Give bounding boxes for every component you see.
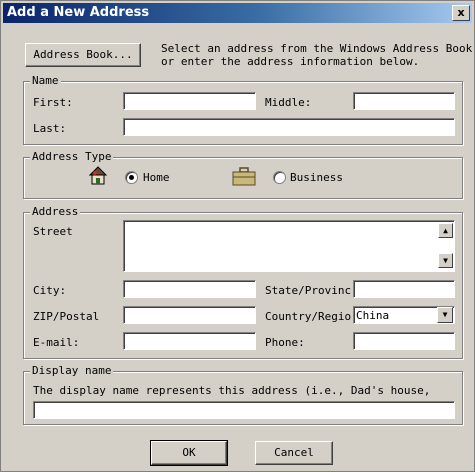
add-address-dialog: Add a New Address x Address Book... Sele… <box>0 0 475 472</box>
address-type-label: Address Type <box>30 150 114 163</box>
phone-label: Phone: <box>265 336 305 349</box>
country-label: Country/Regio <box>265 310 352 323</box>
zip-field[interactable] <box>123 306 256 324</box>
city-field[interactable] <box>123 280 256 298</box>
street-scroll-up[interactable]: ▲ <box>438 223 453 238</box>
close-button[interactable]: x <box>452 5 470 21</box>
country-value: China <box>356 309 390 322</box>
house-icon <box>88 166 108 185</box>
ok-label: OK <box>182 446 196 459</box>
first-name-field[interactable] <box>123 92 256 110</box>
home-label[interactable]: Home <box>143 171 170 184</box>
address-book-hint: Select an address from the Windows Addre… <box>161 42 473 68</box>
state-field[interactable] <box>353 280 455 298</box>
display-name-label: Display name <box>30 364 114 377</box>
address-group-label: Address <box>30 205 81 218</box>
email-label: E-mail: <box>33 336 80 349</box>
email-field[interactable] <box>123 332 256 350</box>
last-name-field[interactable] <box>123 118 455 136</box>
display-name-hint: The display name represents this address… <box>33 384 431 397</box>
first-name-label: First: <box>33 96 73 109</box>
home-radio[interactable] <box>125 171 138 184</box>
display-name-field[interactable] <box>33 401 455 419</box>
business-radio[interactable] <box>273 171 286 184</box>
phone-field[interactable] <box>353 332 455 350</box>
window-title: Add a New Address <box>7 5 150 20</box>
name-group-label: Name <box>30 74 61 87</box>
street-field[interactable] <box>123 220 455 272</box>
address-book-label: Address Book... <box>33 48 133 61</box>
cancel-label: Cancel <box>274 446 314 459</box>
last-name-label: Last: <box>33 122 67 135</box>
chevron-down-icon[interactable]: ▼ <box>437 307 453 323</box>
briefcase-icon <box>232 167 256 186</box>
zip-label: ZIP/Postal <box>33 310 100 323</box>
cancel-button[interactable]: Cancel <box>255 441 333 465</box>
business-label[interactable]: Business <box>290 171 343 184</box>
ok-button[interactable]: OK <box>150 440 228 466</box>
street-label: Street <box>33 225 73 238</box>
state-label: State/Provinc <box>265 284 352 297</box>
street-scroll-down[interactable]: ▼ <box>438 253 453 268</box>
middle-name-field[interactable] <box>353 92 455 110</box>
title-bar[interactable]: Add a New Address x <box>3 3 472 23</box>
middle-name-label: Middle: <box>265 96 312 109</box>
city-label: City: <box>33 284 67 297</box>
address-book-button[interactable]: Address Book... <box>25 43 141 67</box>
